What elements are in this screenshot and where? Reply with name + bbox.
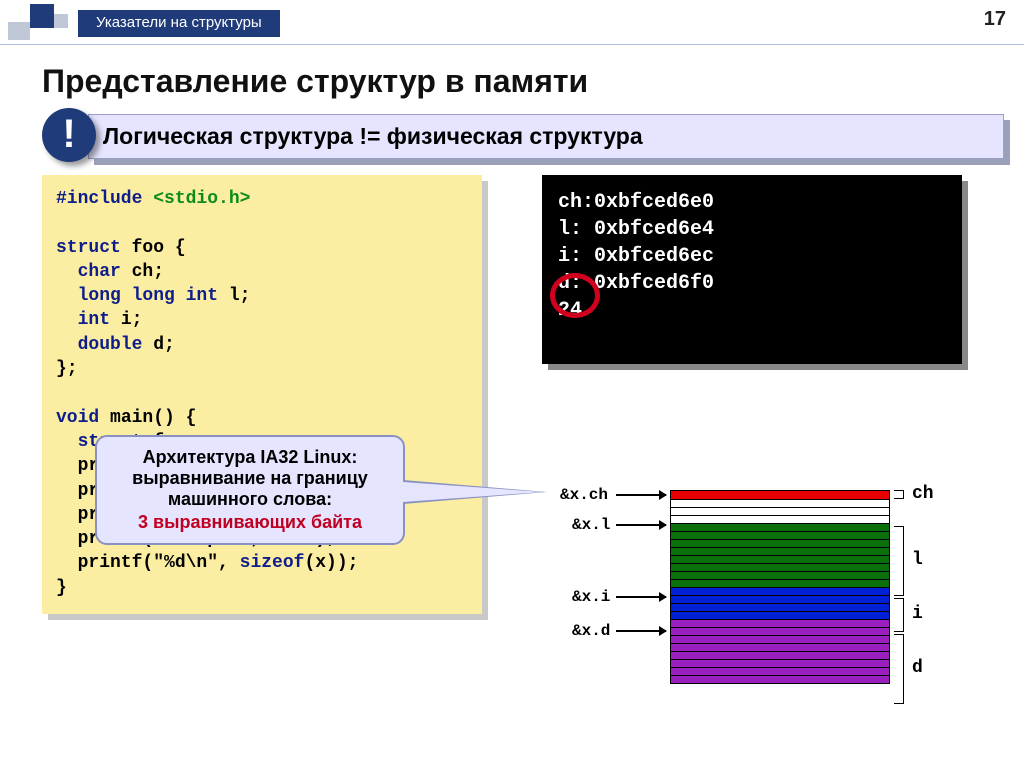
arrow-i — [616, 596, 666, 598]
terminal-line: d: 0xbfced6f0 — [558, 270, 946, 297]
mem-cell-pad — [671, 499, 889, 507]
code-token: foo { — [121, 238, 186, 258]
code-token: #include — [56, 189, 142, 209]
terminal-line: i: 0xbfced6ec — [558, 243, 946, 270]
bracket-ch — [894, 490, 904, 499]
top-bar: Указатели на структуры 17 — [0, 0, 1024, 40]
mem-cell-d — [671, 619, 889, 627]
code-token: } — [56, 578, 67, 598]
mem-cell-l — [671, 523, 889, 531]
mem-cell-d — [671, 651, 889, 659]
mem-cell-d — [671, 659, 889, 667]
code-token: <stdio.h> — [142, 189, 250, 209]
bubble-text-1: Архитектура IA32 Linux: выравнивание на … — [109, 447, 391, 510]
callout-text: Логическая структура != физическая струк… — [88, 114, 1004, 159]
mem-cell-l — [671, 571, 889, 579]
memory-stack — [670, 490, 890, 684]
code-token: d; — [142, 335, 174, 355]
callout-row: ! Логическая структура != физическая стр… — [42, 114, 1004, 159]
mem-cell-i — [671, 587, 889, 595]
breadcrumb-tab: Указатели на структуры — [78, 10, 280, 37]
corner-decoration — [8, 4, 78, 40]
code-token: int — [56, 310, 110, 330]
code-token: }; — [56, 359, 78, 379]
field-label-i: i — [912, 604, 923, 624]
bracket-l — [894, 526, 904, 596]
terminal-line: 24 — [558, 297, 946, 324]
page-number: 17 — [984, 8, 1006, 31]
mem-cell-l — [671, 539, 889, 547]
ptr-label-ch: &x.ch — [560, 486, 608, 504]
bracket-i — [894, 598, 904, 632]
code-token: char — [56, 262, 121, 282]
mem-cell-d — [671, 635, 889, 643]
mem-cell-i — [671, 595, 889, 603]
code-token: void — [56, 408, 99, 428]
field-label-ch: ch — [912, 484, 934, 504]
ptr-label-d: &x.d — [572, 622, 610, 640]
code-token: printf("%d\n", — [56, 553, 240, 573]
bubble-text-2: 3 выравнивающих байта — [109, 512, 391, 533]
terminal-output: ch:0xbfced6e0 l: 0xbfced6e4 i: 0xbfced6e… — [542, 175, 962, 364]
exclamation-icon: ! — [42, 108, 96, 162]
speech-bubble: Архитектура IA32 Linux: выравнивание на … — [95, 435, 405, 545]
code-token: main() { — [99, 408, 196, 428]
code-token: sizeof — [240, 553, 305, 573]
code-token: ch; — [121, 262, 164, 282]
ptr-label-i: &x.i — [572, 588, 610, 606]
code-token: (x)); — [304, 553, 358, 573]
memory-diagram: &x.ch &x.l &x.i &x.d ch l i — [560, 490, 980, 710]
code-token: l; — [218, 286, 250, 306]
field-label-d: d — [912, 658, 923, 678]
arrow-l — [616, 524, 666, 526]
top-divider — [0, 44, 1024, 45]
arrow-ch — [616, 494, 666, 496]
mem-cell-pad — [671, 507, 889, 515]
mem-cell-i — [671, 603, 889, 611]
mem-cell-l — [671, 563, 889, 571]
field-label-l: l — [912, 550, 923, 570]
bracket-d — [894, 634, 904, 704]
mem-cell-d — [671, 675, 889, 683]
terminal-line: ch:0xbfced6e0 — [558, 189, 946, 216]
terminal-line: l: 0xbfced6e4 — [558, 216, 946, 243]
page-title: Представление структур в памяти — [42, 63, 1024, 100]
code-token: long long int — [56, 286, 218, 306]
mem-cell-d — [671, 627, 889, 635]
ptr-label-l: &x.l — [572, 516, 610, 534]
mem-cell-l — [671, 547, 889, 555]
mem-cell-pad — [671, 515, 889, 523]
mem-cell-i — [671, 611, 889, 619]
highlight-circle — [550, 273, 600, 318]
arrow-d — [616, 630, 666, 632]
code-token: double — [56, 335, 142, 355]
mem-cell-d — [671, 667, 889, 675]
mem-cell-l — [671, 579, 889, 587]
mem-cell-d — [671, 643, 889, 651]
code-token: i; — [110, 310, 142, 330]
code-token: struct — [56, 238, 121, 258]
code-block: #include <stdio.h> struct foo { char ch;… — [42, 175, 482, 614]
mem-cell-ch — [671, 491, 889, 499]
mem-cell-l — [671, 555, 889, 563]
mem-cell-l — [671, 531, 889, 539]
